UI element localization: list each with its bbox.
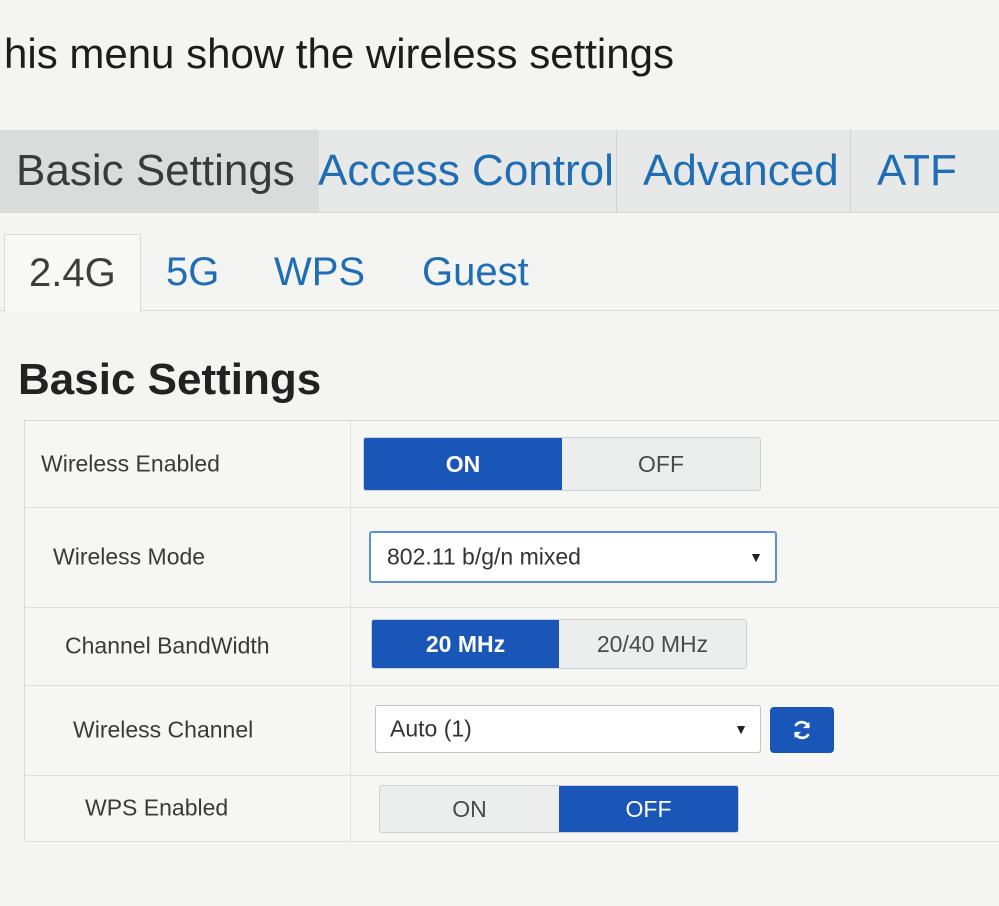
wireless-enabled-toggle: ON OFF xyxy=(363,437,761,491)
row-wps-enabled: WPS Enabled ON OFF xyxy=(25,775,999,842)
tab-access-control[interactable]: Access Control xyxy=(318,130,614,212)
tab-wps[interactable]: WPS xyxy=(274,234,365,310)
row-wireless-channel: Wireless Channel Auto (1) ▼ xyxy=(25,685,999,776)
tab-advanced[interactable]: Advanced xyxy=(616,130,839,212)
wireless-mode-value: 802.11 b/g/n mixed xyxy=(387,543,581,570)
wireless-channel-value: Auto (1) xyxy=(390,715,472,742)
channel-bandwidth-label: Channel BandWidth xyxy=(65,632,270,659)
tab-atf[interactable]: ATF xyxy=(850,130,957,212)
refresh-icon xyxy=(794,720,810,740)
tab-basic-settings[interactable]: Basic Settings xyxy=(0,130,319,212)
band-tab-bar: 2.4G 5G WPS Guest xyxy=(0,234,999,312)
wireless-mode-label: Wireless Mode xyxy=(53,543,206,570)
wireless-channel-label: Wireless Channel xyxy=(73,716,254,743)
wireless-enabled-off-button[interactable]: OFF xyxy=(562,438,760,490)
tab-5g[interactable]: 5G xyxy=(166,234,219,310)
section-title: Basic Settings xyxy=(18,355,322,404)
wps-enabled-off-button[interactable]: OFF xyxy=(559,786,738,832)
bandwidth-20-40mhz-button[interactable]: 20/40 MHz xyxy=(559,620,746,668)
caret-down-icon: ▼ xyxy=(734,721,748,737)
page-description: his menu show the wireless settings xyxy=(4,30,674,77)
wireless-enabled-label: Wireless Enabled xyxy=(41,450,220,477)
caret-down-icon: ▼ xyxy=(749,549,763,565)
tab-2-4g[interactable]: 2.4G xyxy=(4,234,141,312)
main-tab-bar: Basic Settings Access Control Advanced A… xyxy=(0,130,999,213)
wireless-enabled-on-button[interactable]: ON xyxy=(364,438,562,490)
settings-table: Wireless Enabled ON OFF Wireless Mode 80… xyxy=(24,420,999,842)
wireless-mode-select[interactable]: 802.11 b/g/n mixed ▼ xyxy=(369,531,777,583)
channel-bandwidth-toggle: 20 MHz 20/40 MHz xyxy=(371,619,747,669)
row-channel-bandwidth: Channel BandWidth 20 MHz 20/40 MHz xyxy=(25,607,999,686)
tab-guest[interactable]: Guest xyxy=(422,234,529,310)
bandwidth-20mhz-button[interactable]: 20 MHz xyxy=(372,620,559,668)
refresh-channel-button[interactable] xyxy=(770,707,834,753)
wps-enabled-toggle: ON OFF xyxy=(379,785,739,833)
wps-enabled-on-button[interactable]: ON xyxy=(380,786,559,832)
wps-enabled-label: WPS Enabled xyxy=(85,794,229,821)
row-wireless-mode: Wireless Mode 802.11 b/g/n mixed ▼ xyxy=(25,507,999,608)
wireless-channel-select[interactable]: Auto (1) ▼ xyxy=(375,705,761,753)
row-wireless-enabled: Wireless Enabled ON OFF xyxy=(25,421,999,508)
